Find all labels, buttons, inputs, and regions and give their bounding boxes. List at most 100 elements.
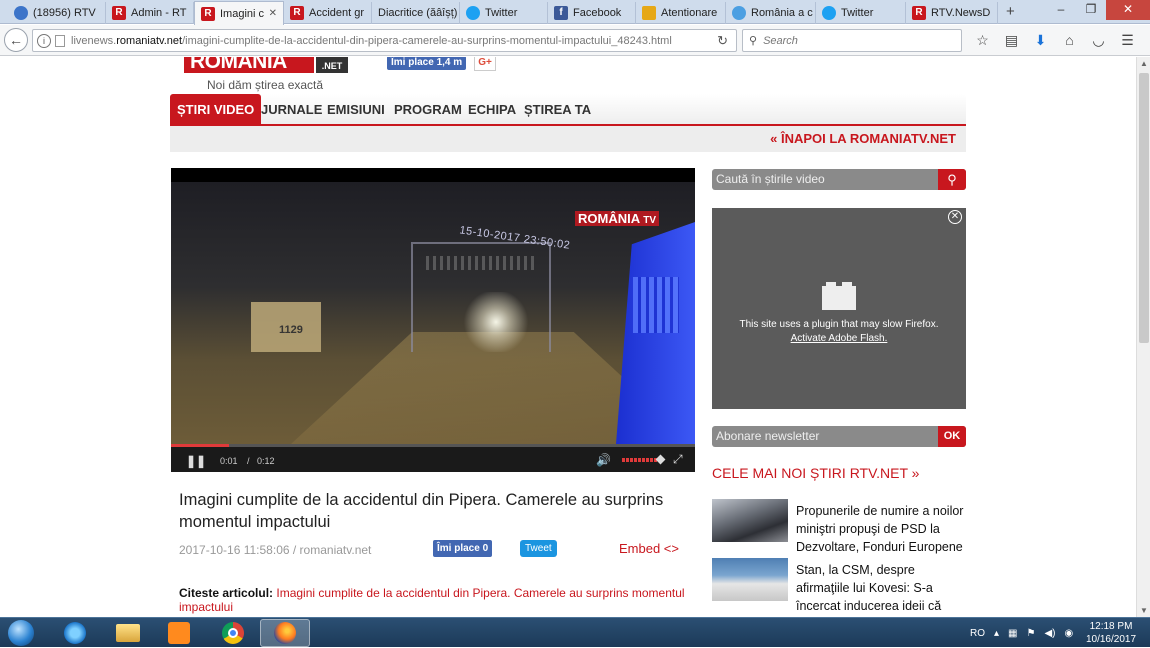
tab-7[interactable]: Atentionare xyxy=(636,2,726,24)
romania-tv-watermark: ROMÂNIA TV xyxy=(575,211,660,226)
taskbar-explorer[interactable] xyxy=(103,619,153,647)
globe-icon xyxy=(14,6,28,20)
nav-echipa[interactable]: ECHIPA xyxy=(468,94,516,124)
pause-icon[interactable]: ❚❚ xyxy=(186,454,206,468)
close-icon[interactable]: ✕ xyxy=(948,210,962,224)
billboard-number: 1129 xyxy=(279,324,303,336)
tab-0[interactable]: (18956) RTV xyxy=(8,2,106,24)
video-blue-panel xyxy=(616,222,695,444)
nav-stirea-ta[interactable]: ȘTIREA TA xyxy=(524,94,591,124)
tweet-button[interactable]: Tweet xyxy=(520,540,557,557)
tray-arrow-icon[interactable]: ▴ xyxy=(994,628,999,639)
minimize-icon[interactable]: – xyxy=(1046,0,1076,20)
google-plus-button[interactable]: G+ xyxy=(474,57,496,71)
nav-jurnale[interactable]: JURNALE xyxy=(261,94,322,124)
start-button[interactable] xyxy=(2,618,40,648)
scroll-down-icon[interactable]: ▼ xyxy=(1137,606,1150,615)
taskbar-chrome[interactable] xyxy=(208,619,258,647)
news-headline[interactable]: Propunerile de numire a noilor miniştri … xyxy=(796,502,968,556)
facebook-like-article-button[interactable]: Îmi place 0 xyxy=(433,540,493,557)
fullscreen-icon[interactable]: ⤢ xyxy=(673,452,683,467)
read-article-label: Citeste articolul: xyxy=(179,586,274,600)
newsletter-input[interactable]: Abonare newsletter OK xyxy=(712,426,966,447)
tab-5[interactable]: Twitter xyxy=(460,2,548,24)
news-headline[interactable]: Stan, la CSM, despre afirmaţiile lui Kov… xyxy=(796,561,968,617)
tab-3[interactable]: R Accident gr xyxy=(284,2,372,24)
news-item[interactable]: Stan, la CSM, despre afirmaţiile lui Kov… xyxy=(712,558,966,617)
newsletter-placeholder: Abonare newsletter xyxy=(716,429,820,443)
tab-2-active[interactable]: R Imagini c ✕ xyxy=(194,1,284,25)
taskbar-ie[interactable] xyxy=(50,619,100,647)
activate-flash-link[interactable]: Activate Adobe Flash. xyxy=(791,333,888,344)
close-tab-icon[interactable]: ✕ xyxy=(265,8,277,19)
tab-4[interactable]: Diacritice (ăâîșț) xyxy=(372,2,460,24)
video-search-input[interactable]: Caută în știrile video ⚲ xyxy=(712,169,966,190)
nav-stiri-video[interactable]: ȘTIRI VIDEO xyxy=(170,94,262,124)
news-item[interactable]: Propunerile de numire a noilor miniştri … xyxy=(712,499,966,554)
article-source: / romaniatv.net xyxy=(292,543,372,557)
scroll-up-icon[interactable]: ▲ xyxy=(1137,59,1150,68)
newsletter-ok-button[interactable]: OK xyxy=(938,426,966,447)
tab-label: România a c xyxy=(751,7,813,19)
site-tagline: Noi dăm știrea exactă xyxy=(207,78,324,92)
speaker-icon[interactable]: ◀) xyxy=(1044,628,1055,639)
pocket-icon[interactable]: ◡ xyxy=(1084,29,1113,51)
video-gate-lights xyxy=(426,256,536,270)
news-thumbnail[interactable] xyxy=(712,558,788,601)
video-player[interactable]: 1129 15-10-2017 23:50:02 ROMÂNIA TV ❚❚ 0… xyxy=(171,168,695,472)
taskbar-firefox[interactable] xyxy=(260,619,310,647)
progress-bar[interactable] xyxy=(171,444,695,447)
taskbar-media[interactable] xyxy=(154,619,204,647)
internet-explorer-icon xyxy=(64,622,86,644)
video-billboard: 1129 xyxy=(251,302,321,352)
url-path: /imagini-cumplite-de-la-accidentul-din-p… xyxy=(182,34,672,47)
bookmark-star-icon[interactable]: ☆ xyxy=(968,29,997,51)
info-icon[interactable]: i xyxy=(37,33,51,48)
search-placeholder: Search xyxy=(763,34,798,47)
download-icon[interactable]: ⬇ xyxy=(1026,29,1055,51)
tab-label: Facebook xyxy=(573,7,622,19)
watermark-text: ROMÂNIA xyxy=(578,211,640,226)
network-icon[interactable]: ▦ xyxy=(1008,628,1017,639)
page-icon xyxy=(55,34,65,47)
tab-8[interactable]: România a c xyxy=(726,2,816,24)
restore-icon[interactable]: ❐ xyxy=(1076,0,1106,20)
rtv-icon: R xyxy=(112,6,126,20)
clock[interactable]: 12:18 PM 10/16/2017 xyxy=(1078,620,1144,646)
reload-icon[interactable]: ↻ xyxy=(717,33,728,49)
back-to-romaniatv-link[interactable]: « ÎNAPOI LA ROMANIATV.NET xyxy=(770,131,956,146)
home-icon[interactable]: ⌂ xyxy=(1055,29,1084,51)
volume-icon[interactable]: 🔊 xyxy=(596,453,611,467)
folder-icon xyxy=(116,624,140,642)
menu-icon[interactable]: ☰ xyxy=(1113,29,1142,51)
vertical-scrollbar[interactable]: ▲ ▼ xyxy=(1136,57,1150,617)
reading-list-icon[interactable]: ▤ xyxy=(997,29,1026,51)
close-window-icon[interactable]: ✕ xyxy=(1106,0,1150,20)
back-arrow-icon[interactable]: ← xyxy=(4,28,28,52)
nav-emisiuni[interactable]: EMISIUNI xyxy=(327,94,385,124)
flash-plugin-placeholder: ✕ This site uses a plugin that may slow … xyxy=(712,208,966,409)
tab-6[interactable]: f Facebook xyxy=(548,2,636,24)
tab-10[interactable]: R RTV.NewsD xyxy=(906,2,998,24)
search-icon[interactable]: ⚲ xyxy=(938,169,966,190)
url-bar[interactable]: i livenews. romaniatv.net/imagini-cumplit… xyxy=(32,29,737,52)
new-tab-button[interactable]: + xyxy=(1006,3,1015,20)
facebook-like-button[interactable]: Îmi place 1,4 m xyxy=(387,57,467,70)
nav-program[interactable]: PROGRAM xyxy=(394,94,462,124)
news-thumbnail[interactable] xyxy=(712,499,788,542)
language-indicator[interactable]: RO xyxy=(970,628,985,639)
rtv-icon: R xyxy=(290,6,304,20)
search-bar[interactable]: ⚲ Search xyxy=(742,29,962,52)
main-nav: ȘTIRI VIDEO JURNALE EMISIUNI PROGRAM ECH… xyxy=(170,94,966,126)
embed-link[interactable]: Embed <> xyxy=(619,541,679,556)
latest-news-heading[interactable]: CELE MAI NOI ȘTIRI RTV.NET » xyxy=(712,465,919,481)
globe-icon xyxy=(732,6,746,20)
tab-1[interactable]: R Admin - RT xyxy=(106,2,194,24)
article-date: 2017-10-16 11:58:06 xyxy=(179,543,290,557)
tab-9[interactable]: Twitter xyxy=(816,2,906,24)
site-logo[interactable]: ROMÂNIA xyxy=(184,57,314,73)
tray-app-icon[interactable]: ◉ xyxy=(1064,628,1073,639)
flag-icon[interactable]: ⚑ xyxy=(1026,628,1035,639)
tab-label: Diacritice (ăâîșț) xyxy=(378,7,458,19)
scrollbar-thumb[interactable] xyxy=(1139,73,1149,343)
